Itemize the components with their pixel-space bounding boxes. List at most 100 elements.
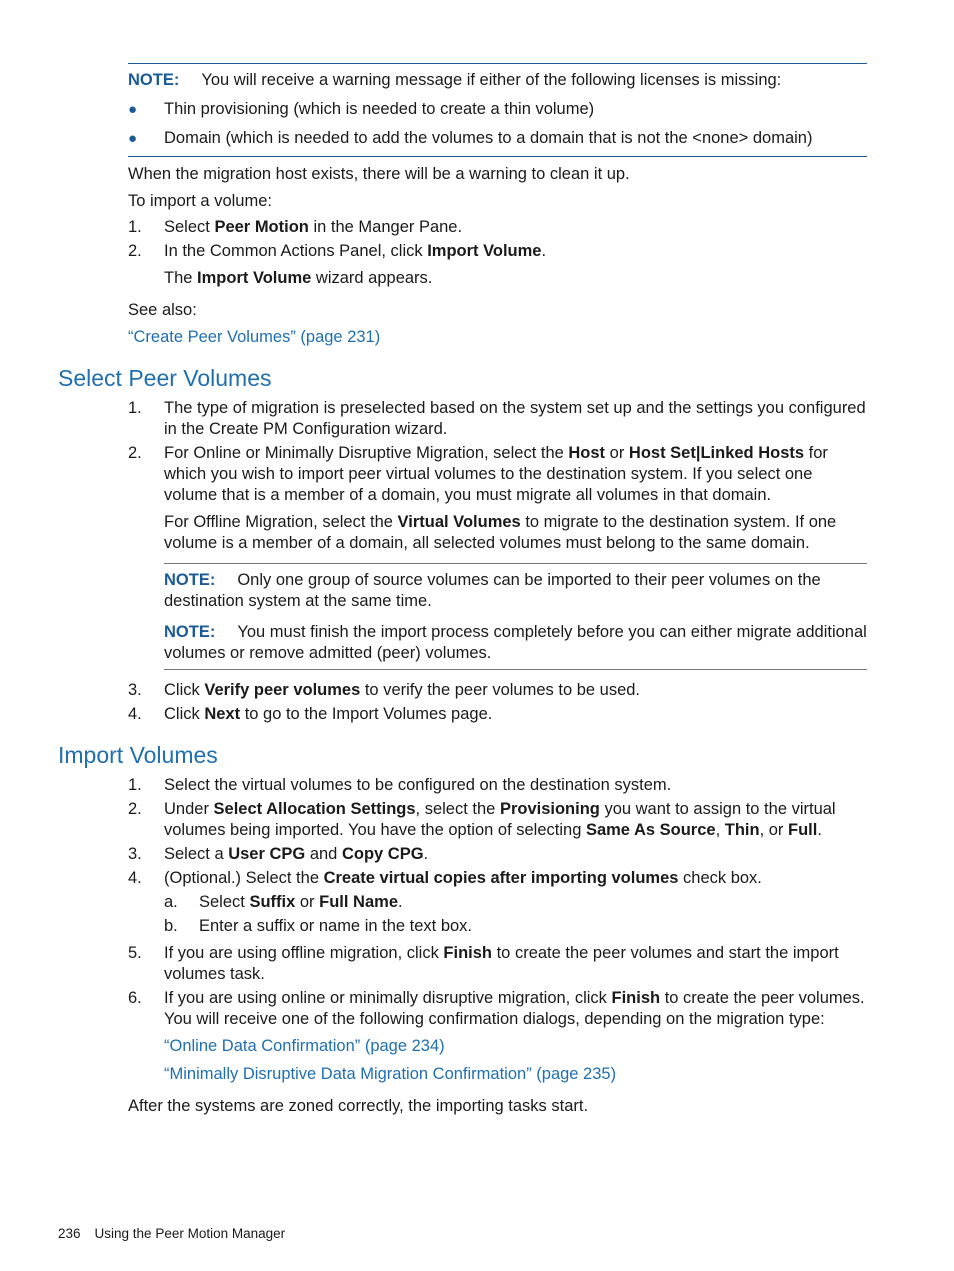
bold-term: Virtual Volumes <box>397 513 521 531</box>
text-run: Select the virtual volumes to be configu… <box>164 776 672 794</box>
text-run: If you are using online or minimally dis… <box>164 989 612 1007</box>
step-result: The Import Volume wizard appears. <box>164 268 869 289</box>
text-run: If you are using offline migration, clic… <box>164 944 444 962</box>
text-run: Select <box>199 893 250 911</box>
step-number: 2. <box>128 444 142 462</box>
text-run: Enter a suffix or name in the text box. <box>199 917 473 935</box>
text-run: For Online or Minimally Disruptive Migra… <box>164 444 569 462</box>
page-footer: 236 Using the Peer Motion Manager <box>58 1223 285 1244</box>
step-text: The type of migration is preselected bas… <box>164 398 869 440</box>
note: NOTE: You will receive a warning message … <box>128 70 868 91</box>
text-run: and <box>305 845 342 863</box>
text-run: in the Manger Pane. <box>308 218 463 236</box>
step-number: 1. <box>128 399 142 417</box>
step-number: 4. <box>128 705 142 723</box>
text-run: , or <box>759 821 789 839</box>
text-run: Click <box>164 705 205 723</box>
step-text: For Online or Minimally Disruptive Migra… <box>164 443 869 506</box>
footer-title: Using the Peer Motion Manager <box>94 1226 286 1241</box>
bold-term: Import Volume <box>427 242 542 260</box>
note-label: NOTE: <box>164 571 216 589</box>
see-also-label: See also: <box>128 301 197 319</box>
text-run: wizard appears. <box>311 269 433 287</box>
step-text: Click Next to go to the Import Volumes p… <box>164 704 869 725</box>
bold-term: Finish <box>443 944 493 962</box>
step-number: 2. <box>128 242 142 260</box>
note-top-rule <box>128 63 867 64</box>
text-run: , select the <box>415 800 500 818</box>
text-run: to verify the peer volumes to be used. <box>360 681 641 699</box>
text-run: or <box>605 444 629 462</box>
note-text: Only one group of source volumes can be … <box>164 571 821 610</box>
text-run: Select <box>164 218 215 236</box>
note: NOTE: You must finish the import process … <box>164 622 869 664</box>
text-run: . <box>817 821 822 839</box>
step-text: If you are using offline migration, clic… <box>164 943 869 985</box>
page-number: 236 <box>58 1226 81 1241</box>
bold-term: Full <box>788 821 818 839</box>
bold-term: User CPG <box>228 845 306 863</box>
bullet-item: Domain (which is needed to add the volum… <box>164 129 813 147</box>
text-run: Click <box>164 681 205 699</box>
text-run: , <box>715 821 725 839</box>
substep-text: Enter a suffix or name in the text box. <box>199 916 472 937</box>
bullet-icon: ● <box>128 130 138 147</box>
text-run: to go to the Import Volumes page. <box>240 705 493 723</box>
bold-term: Peer Motion <box>214 218 309 236</box>
paragraph: To import a volume: <box>128 192 272 210</box>
note-text: You will receive a warning message if ei… <box>201 71 782 89</box>
step-number: 6. <box>128 989 142 1007</box>
note-label: NOTE: <box>128 71 180 89</box>
bold-term: Select Allocation Settings <box>213 800 416 818</box>
text-run: Under <box>164 800 214 818</box>
link-minimally-disruptive-confirmation[interactable]: “Minimally Disruptive Data Migration Con… <box>164 1065 616 1083</box>
step-text: If you are using online or minimally dis… <box>164 988 869 1030</box>
step-extra: For Offline Migration, select the Virtua… <box>164 512 869 554</box>
step-number: 4. <box>128 869 142 887</box>
bold-term: Copy CPG <box>341 845 424 863</box>
text-run: . <box>423 845 429 863</box>
substep-letter: a. <box>164 893 178 911</box>
bold-term: Host <box>568 444 606 462</box>
text-run: or <box>295 893 320 911</box>
note-bottom-rule <box>164 669 867 670</box>
text-run: . <box>398 893 403 911</box>
note-text: You must finish the import process compl… <box>164 623 867 662</box>
text-run: The type of migration is preselected bas… <box>164 399 866 438</box>
bold-term: Provisioning <box>499 800 600 818</box>
step-number: 1. <box>128 218 142 236</box>
link-online-data-confirmation[interactable]: “Online Data Confirmation” (page 234) <box>164 1037 445 1055</box>
step-number: 5. <box>128 944 142 962</box>
link-create-peer-volumes[interactable]: “Create Peer Volumes” (page 231) <box>128 328 380 346</box>
substep-text: Select Suffix or Full Name. <box>199 892 403 913</box>
bold-term: Full Name <box>319 893 398 911</box>
text-run: . <box>541 242 547 260</box>
step-text: Click Verify peer volumes to verify the … <box>164 680 869 701</box>
step-text: Select a User CPG and Copy CPG. <box>164 844 869 865</box>
note-label: NOTE: <box>164 623 216 641</box>
step-number: 3. <box>128 681 142 699</box>
bullet-item: Thin provisioning (which is needed to cr… <box>164 100 595 118</box>
bold-term: Host Set|Linked Hosts <box>628 444 805 462</box>
text-run: Select a <box>164 845 229 863</box>
note-top-rule <box>164 563 867 564</box>
section-heading: Select Peer Volumes <box>58 365 272 391</box>
note-bottom-rule <box>128 156 867 157</box>
bold-term: Thin <box>724 821 760 839</box>
paragraph: After the systems are zoned correctly, t… <box>128 1097 589 1115</box>
bold-term: Import Volume <box>197 269 312 287</box>
step-text: Select Peer Motion in the Manger Pane. <box>164 217 869 238</box>
text-run: check box. <box>678 869 762 887</box>
step-number: 2. <box>128 800 142 818</box>
paragraph: When the migration host exists, there wi… <box>128 165 630 183</box>
step-number: 3. <box>128 845 142 863</box>
step-number: 1. <box>128 776 142 794</box>
text-run: For Offline Migration, select the <box>164 513 398 531</box>
text-run: (Optional.) Select the <box>164 869 324 887</box>
step-text: Select the virtual volumes to be configu… <box>164 775 869 796</box>
section-heading: Import Volumes <box>58 742 218 768</box>
step-text: (Optional.) Select the Create virtual co… <box>164 868 869 889</box>
note: NOTE: Only one group of source volumes ca… <box>164 570 869 612</box>
bold-term: Next <box>204 705 241 723</box>
bold-term: Create virtual copies after importing vo… <box>323 869 679 887</box>
